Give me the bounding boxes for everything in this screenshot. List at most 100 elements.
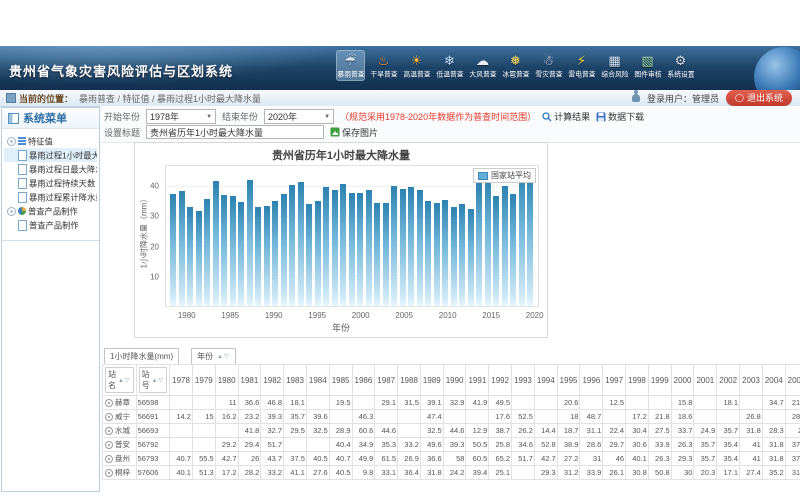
start-year-select[interactable]: 1978年 ▼ [146,109,216,124]
year-sort-chip[interactable]: 年份 ▲▽ [191,348,236,365]
bar [281,194,287,306]
value-cell: 27.4 [740,466,763,480]
value-cell: 24.9 [694,424,717,438]
value-cell: 15.8 [671,396,694,410]
sidebar-item[interactable]: 普查产品制作 [4,218,97,232]
radio-button[interactable] [105,427,113,435]
bar [527,175,533,306]
station-name-header[interactable]: 站名▲▽ [103,365,137,396]
radio-button[interactable] [105,441,113,449]
topnav-item[interactable]: ❅ 冰雹普查 [501,50,530,81]
sidebar-item[interactable]: 暴雨过程持续天数 [4,176,97,190]
value-cell: 48.7 [580,410,603,424]
topnav-item[interactable]: ☃ 雪灾普查 [534,50,563,81]
topnav-item[interactable]: ⚙ 系统设置 [666,50,695,81]
year-column-header: 1990 [443,365,466,396]
value-cell: 18.1 [284,396,307,410]
sidebar-item[interactable]: 特征值 [4,134,97,148]
sidebar-item[interactable]: 暴雨过程累计降水量 [4,190,97,204]
topnav-item[interactable]: ♨ 干旱普查 [369,50,398,81]
calc-result-button[interactable]: 计算结果 [542,110,590,123]
user-icon [632,94,640,102]
value-cell: 29.1 [375,396,398,410]
table-row[interactable]: 赫章565981136.646.818.119.529.131.539.132.… [103,396,800,410]
chart-bars [166,166,538,306]
topnav-item[interactable]: ▦ 综合风险 [600,50,629,81]
value-cell: 14.4 [534,424,557,438]
menu-icon [8,113,19,124]
value-cell: 30.6 [626,438,649,452]
bar [340,184,346,306]
value-cell [375,410,398,424]
value-cell: 43.7 [261,452,284,466]
value-cell: 33.9 [580,466,603,480]
station-id-header[interactable]: 站号▲▽ [136,365,170,396]
year-column-header: 1989 [420,365,443,396]
sidebar-item[interactable]: 普查产品制作 [4,204,97,218]
logout-button[interactable]: ◯ 退出系统 [726,90,792,106]
value-cell [512,396,535,410]
bar [221,195,227,306]
value-cell: 25.1 [489,466,512,480]
topnav-item[interactable]: ☔ 暴雨普查 [336,50,365,81]
value-cell: 15 [192,410,215,424]
bar [323,187,329,306]
value-cell [398,410,421,424]
value-cell: 29.5 [284,424,307,438]
radio-button[interactable] [105,413,113,421]
expand-toggle-icon[interactable] [7,137,16,146]
expand-toggle-icon[interactable] [7,207,16,216]
end-year-select[interactable]: 2020年 ▼ [264,109,334,124]
topnav-item[interactable]: ☁ 大风普查 [468,50,497,81]
bar [374,203,380,306]
value-cell: 35.2 [762,466,785,480]
sort-arrows-icon[interactable]: ▲▽ [118,377,131,384]
topnav-item[interactable]: ☀ 高温普查 [402,50,431,81]
value-cell [192,438,215,452]
measure-chip[interactable]: 1小时降水量(mm) [104,348,179,365]
table-row[interactable]: 盘州5679340.755.542.72643.737.540.540.749.… [103,452,800,466]
high-temp-icon: ☀ [411,52,423,69]
table-row[interactable]: 桐梓5760640.151.317.228.233.241.127.640.59… [103,466,800,480]
value-cell [284,438,307,452]
value-cell: 29.3 [671,452,694,466]
value-cell: 40.4 [329,438,352,452]
value-cell: 31.8 [762,452,785,466]
topnav-item[interactable]: ❄ 低温普查 [435,50,464,81]
value-cell: 31 [580,452,603,466]
sidebar-item[interactable]: 暴雨过程1小时最大降水量 [4,148,97,162]
radio-button[interactable] [105,455,113,463]
sidebar-item[interactable]: 暴雨过程日最大降水量 [4,162,97,176]
data-download-button[interactable]: 数据下载 [596,110,644,123]
table-row[interactable]: 水城5669341.832.729.532.528.960.644.632.54… [103,424,800,438]
save-image-label: 保存图片 [342,126,378,139]
value-cell: 46.3 [352,410,375,424]
bar [255,207,261,306]
document-icon [18,178,27,189]
value-cell [534,410,557,424]
radio-button[interactable] [105,399,113,407]
value-cell [352,396,375,410]
sidebar: 系统菜单 特征值 暴雨过程1小时最大降水量 [1,107,100,492]
nav-label: 高温普查 [403,70,430,79]
bar [459,204,465,306]
chart-title-input[interactable] [146,125,324,139]
bar [204,199,210,306]
value-cell: 24.2 [443,466,466,480]
save-image-button[interactable]: 保存图片 [330,126,378,139]
value-cell: 29 [785,424,800,438]
year-column-header: 1991 [466,365,489,396]
year-column-header: 1985 [329,365,352,396]
radio-button[interactable] [105,469,113,477]
topnav-item[interactable]: ▧ 图件审核 [633,50,662,81]
table-row[interactable]: 威宁5669114.21516.223.239.335.739.646.347.… [103,410,800,424]
year-column-header: 1981 [238,365,261,396]
year-column-header: 1978 [170,365,193,396]
value-cell: 58 [443,452,466,466]
sidebar-item-label: 普查产品制作 [29,219,79,231]
topnav-item[interactable]: ⚡ 雷电普查 [567,50,596,81]
table-row[interactable]: 普安5679229.229.451.740.434.935.333.249.63… [103,438,800,452]
value-cell [603,410,626,424]
sort-arrows-icon[interactable]: ▲▽ [152,377,165,384]
sort-arrows-icon[interactable]: ▲▽ [217,353,230,360]
